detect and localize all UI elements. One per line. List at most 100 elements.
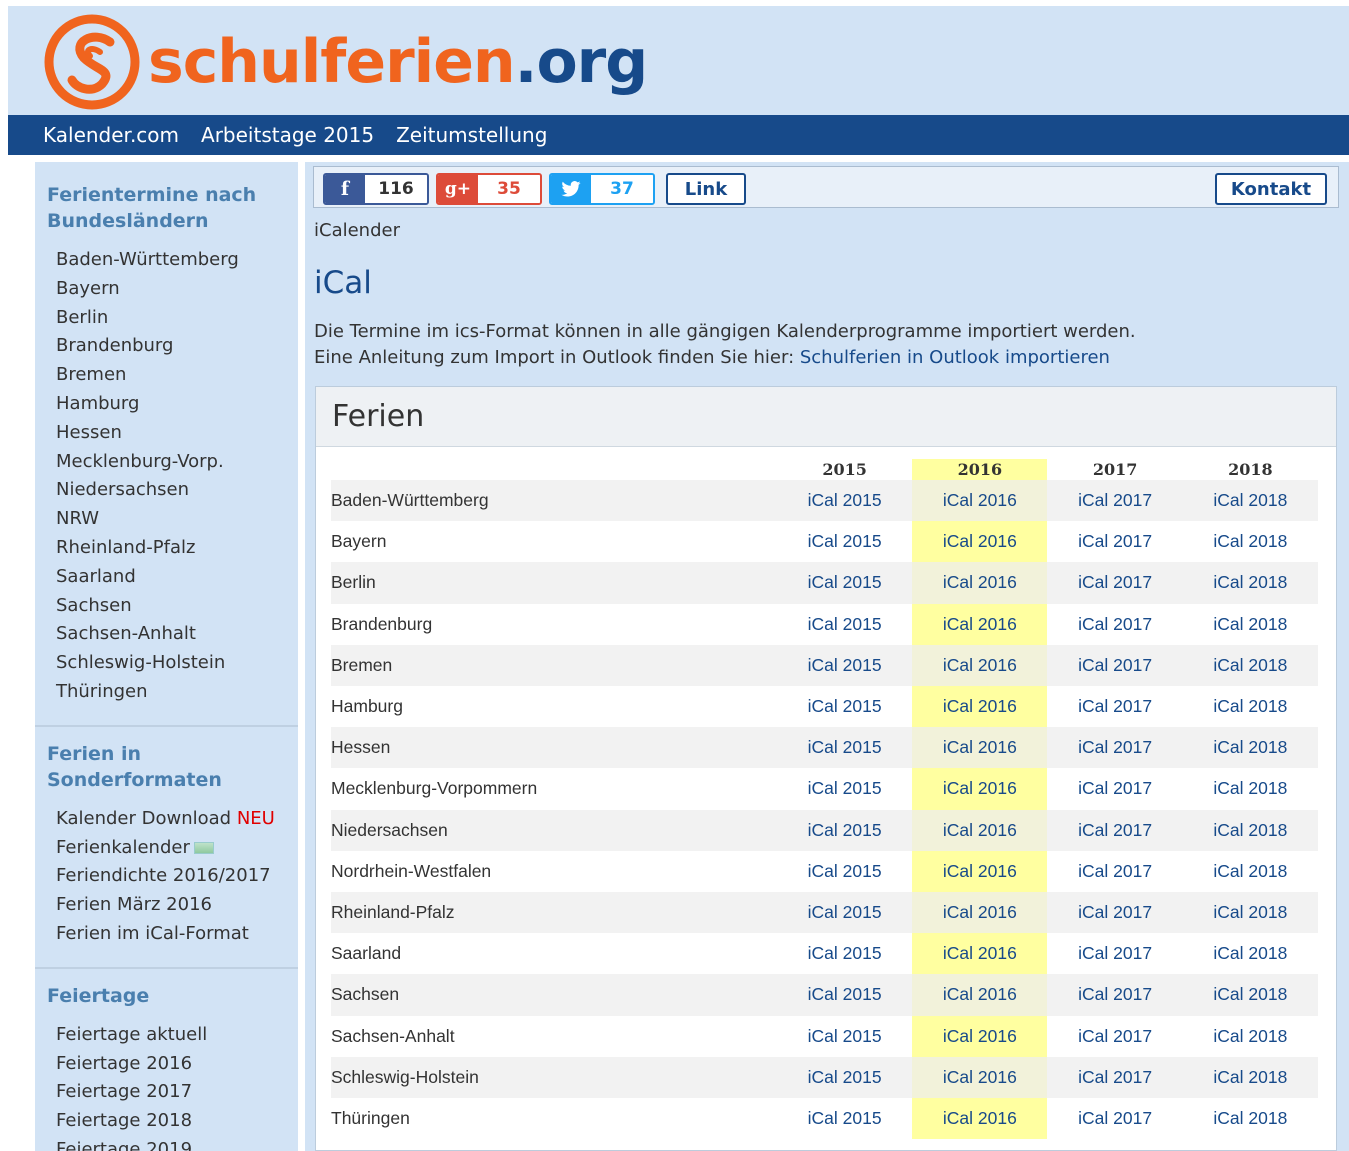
ical-download-link[interactable]: iCal 2018: [1183, 1108, 1318, 1129]
ical-download-link[interactable]: iCal 2015: [777, 614, 912, 635]
ical-download-link[interactable]: iCal 2016: [912, 1026, 1047, 1047]
sidebar-item[interactable]: Niedersachsen: [56, 476, 298, 505]
ical-download-link[interactable]: iCal 2018: [1183, 696, 1318, 717]
ical-download-link[interactable]: iCal 2018: [1183, 490, 1318, 511]
ical-download-link[interactable]: iCal 2016: [912, 655, 1047, 676]
ical-download-link[interactable]: iCal 2016: [912, 861, 1047, 882]
ical-download-link[interactable]: iCal 2016: [912, 984, 1047, 1005]
kontakt-button[interactable]: Kontakt: [1215, 173, 1327, 205]
ical-download-link[interactable]: iCal 2015: [777, 902, 912, 923]
ical-download-link[interactable]: iCal 2018: [1183, 572, 1318, 593]
ical-download-link[interactable]: iCal 2018: [1183, 778, 1318, 799]
sidebar-item[interactable]: Mecklenburg-Vorp.: [56, 448, 298, 477]
ical-download-link[interactable]: iCal 2018: [1183, 1067, 1318, 1088]
ical-download-link[interactable]: iCal 2015: [777, 655, 912, 676]
ical-download-link[interactable]: iCal 2017: [1048, 778, 1183, 799]
sidebar-item[interactable]: Sachsen: [56, 592, 298, 621]
facebook-share-button[interactable]: f 116: [323, 173, 429, 205]
ical-download-link[interactable]: iCal 2018: [1183, 984, 1318, 1005]
ical-download-link[interactable]: iCal 2015: [777, 1108, 912, 1129]
sidebar-item-ferienkalender[interactable]: Ferienkalender: [56, 834, 298, 863]
site-logo[interactable]: schulferien.org: [42, 12, 648, 112]
ical-download-link[interactable]: iCal 2015: [777, 531, 912, 552]
sidebar-item-feriendichte[interactable]: Feriendichte 2016/2017: [56, 862, 298, 891]
ical-download-link[interactable]: iCal 2015: [777, 984, 912, 1005]
ical-download-link[interactable]: iCal 2017: [1048, 655, 1183, 676]
sidebar-item[interactable]: NRW: [56, 505, 298, 534]
nav-link-zeitumstellung[interactable]: Zeitumstellung: [396, 123, 547, 147]
ical-download-link[interactable]: iCal 2017: [1048, 861, 1183, 882]
sidebar-item[interactable]: Feiertage 2016: [56, 1050, 298, 1079]
breadcrumb[interactable]: iCalender: [314, 220, 400, 241]
ical-download-link[interactable]: iCal 2015: [777, 1067, 912, 1088]
ical-download-link[interactable]: iCal 2016: [912, 1108, 1047, 1129]
ical-download-link[interactable]: iCal 2015: [777, 490, 912, 511]
ical-download-link[interactable]: iCal 2016: [912, 820, 1047, 841]
nav-link-arbeitstage[interactable]: Arbeitstage 2015: [201, 123, 374, 147]
ical-download-link[interactable]: iCal 2015: [777, 572, 912, 593]
ical-download-link[interactable]: iCal 2016: [912, 737, 1047, 758]
sidebar-item[interactable]: Baden-Württemberg: [56, 246, 298, 275]
sidebar-item[interactable]: Saarland: [56, 563, 298, 592]
twitter-share-button[interactable]: 37: [549, 173, 655, 205]
ical-download-link[interactable]: iCal 2017: [1048, 902, 1183, 923]
ical-download-link[interactable]: iCal 2016: [912, 490, 1047, 511]
ical-download-link[interactable]: iCal 2015: [777, 778, 912, 799]
ical-download-link[interactable]: iCal 2017: [1048, 572, 1183, 593]
ical-download-link[interactable]: iCal 2015: [777, 737, 912, 758]
ical-download-link[interactable]: iCal 2016: [912, 572, 1047, 593]
ical-download-link[interactable]: iCal 2018: [1183, 902, 1318, 923]
ical-download-link[interactable]: iCal 2016: [912, 531, 1047, 552]
sidebar-item[interactable]: Feiertage 2018: [56, 1107, 298, 1136]
sidebar-item[interactable]: Bayern: [56, 275, 298, 304]
sidebar-item[interactable]: Rheinland-Pfalz: [56, 534, 298, 563]
sidebar-item-kalender-download[interactable]: Kalender Download NEU: [56, 805, 298, 834]
sidebar-item[interactable]: Hamburg: [56, 390, 298, 419]
sidebar-item-ferien-maerz[interactable]: Ferien März 2016: [56, 891, 298, 920]
ical-download-link[interactable]: iCal 2017: [1048, 820, 1183, 841]
ical-download-link[interactable]: iCal 2016: [912, 943, 1047, 964]
ical-download-link[interactable]: iCal 2015: [777, 820, 912, 841]
sidebar-item[interactable]: Feiertage 2019: [56, 1136, 298, 1151]
ical-download-link[interactable]: iCal 2016: [912, 1067, 1047, 1088]
sidebar-item[interactable]: Feiertage 2017: [56, 1078, 298, 1107]
ical-download-link[interactable]: iCal 2017: [1048, 614, 1183, 635]
ical-download-link[interactable]: iCal 2018: [1183, 820, 1318, 841]
link-button[interactable]: Link: [666, 173, 746, 205]
ical-download-link[interactable]: iCal 2016: [912, 778, 1047, 799]
ical-download-link[interactable]: iCal 2016: [912, 696, 1047, 717]
ical-download-link[interactable]: iCal 2016: [912, 614, 1047, 635]
ical-download-link[interactable]: iCal 2015: [777, 696, 912, 717]
ical-download-link[interactable]: iCal 2018: [1183, 1026, 1318, 1047]
ical-download-link[interactable]: iCal 2018: [1183, 943, 1318, 964]
sidebar-item[interactable]: Sachsen-Anhalt: [56, 620, 298, 649]
ical-download-link[interactable]: iCal 2015: [777, 943, 912, 964]
ical-download-link[interactable]: iCal 2017: [1048, 696, 1183, 717]
outlook-import-link[interactable]: Schulferien in Outlook importieren: [800, 347, 1110, 368]
ical-download-link[interactable]: iCal 2015: [777, 1026, 912, 1047]
ical-download-link[interactable]: iCal 2018: [1183, 861, 1318, 882]
ical-download-link[interactable]: iCal 2018: [1183, 614, 1318, 635]
sidebar-item[interactable]: Berlin: [56, 304, 298, 333]
sidebar-item-ferien-ical[interactable]: Ferien im iCal-Format: [56, 920, 298, 949]
ical-download-link[interactable]: iCal 2018: [1183, 737, 1318, 758]
sidebar-item[interactable]: Feiertage aktuell: [56, 1021, 298, 1050]
ical-download-link[interactable]: iCal 2017: [1048, 1108, 1183, 1129]
nav-link-kalender[interactable]: Kalender.com: [43, 123, 179, 147]
ical-download-link[interactable]: iCal 2015: [777, 861, 912, 882]
sidebar-item[interactable]: Thüringen: [56, 678, 298, 707]
ical-download-link[interactable]: iCal 2017: [1048, 1026, 1183, 1047]
ical-download-link[interactable]: iCal 2018: [1183, 531, 1318, 552]
sidebar-item[interactable]: Brandenburg: [56, 332, 298, 361]
ical-download-link[interactable]: iCal 2016: [912, 902, 1047, 923]
ical-download-link[interactable]: iCal 2017: [1048, 737, 1183, 758]
ical-download-link[interactable]: iCal 2017: [1048, 490, 1183, 511]
sidebar-item[interactable]: Schleswig-Holstein: [56, 649, 298, 678]
ical-download-link[interactable]: iCal 2017: [1048, 984, 1183, 1005]
ical-download-link[interactable]: iCal 2017: [1048, 531, 1183, 552]
sidebar-item[interactable]: Hessen: [56, 419, 298, 448]
ical-download-link[interactable]: iCal 2017: [1048, 943, 1183, 964]
ical-download-link[interactable]: iCal 2017: [1048, 1067, 1183, 1088]
sidebar-item[interactable]: Bremen: [56, 361, 298, 390]
gplus-share-button[interactable]: g+ 35: [436, 173, 542, 205]
